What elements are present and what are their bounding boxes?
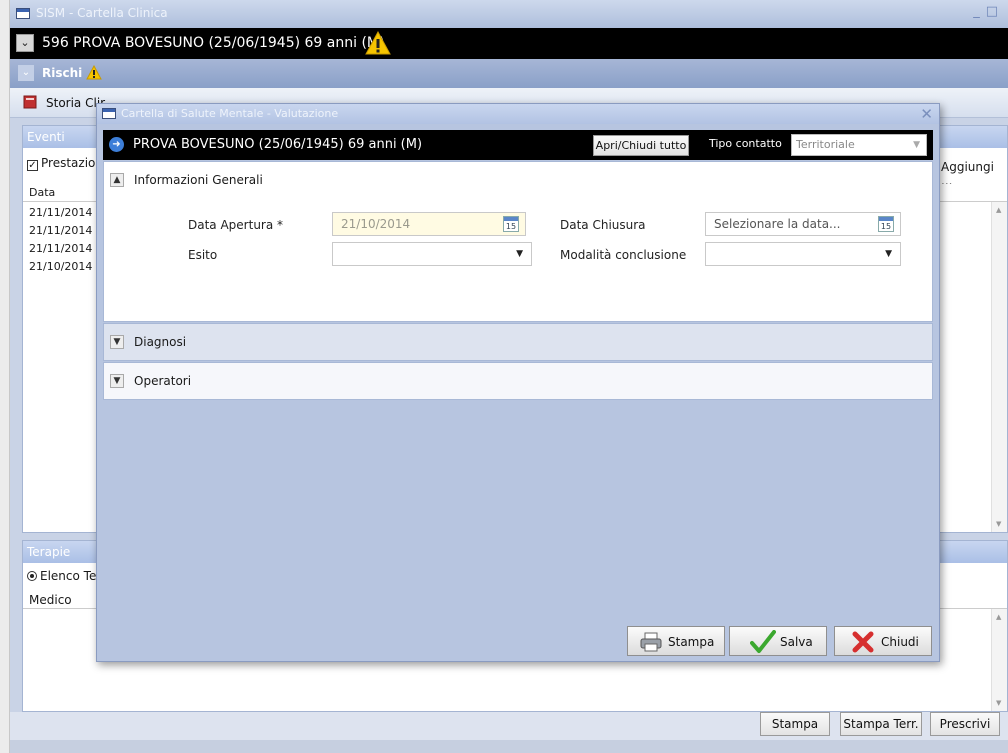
window-title: SISM - Cartella Clinica	[36, 6, 168, 20]
dropdown-arrow-icon: ▼	[885, 249, 892, 259]
esito-label: Esito	[188, 248, 218, 262]
scroll-up-icon[interactable]: ▲	[996, 206, 1001, 214]
warning-icon	[86, 65, 102, 80]
section-header[interactable]: ▼ Diagnosi	[104, 324, 932, 360]
prestazioni-label: Prestazion	[41, 156, 103, 170]
scroll-down-icon[interactable]: ▼	[996, 520, 1001, 528]
status-bar	[10, 740, 1008, 753]
column-header-medico[interactable]: Medico	[29, 593, 72, 607]
modalita-conclusione-select[interactable]: ▼	[705, 242, 901, 266]
rischi-bar[interactable]: ⌄ Rischi	[10, 59, 1008, 88]
dialog-title: Cartella di Salute Mentale - Valutazione	[121, 107, 339, 120]
calendar-day: 15	[505, 222, 517, 231]
checkmark-icon	[750, 630, 776, 653]
data-chiusura-placeholder: Selezionare la data...	[714, 217, 841, 231]
navigate-icon[interactable]: ➜	[109, 137, 124, 152]
warning-icon	[365, 31, 391, 55]
dialog-patient-header: ➜ PROVA BOVESUNO (25/06/1945) 69 anni (M…	[103, 130, 933, 160]
book-icon[interactable]	[22, 94, 38, 110]
data-apertura-field[interactable]: 21/10/2014 15	[332, 212, 526, 236]
scroll-down-icon[interactable]: ▼	[996, 699, 1001, 707]
patient-bar: ⌄ 596 PROVA BOVESUNO (25/06/1945) 69 ann…	[10, 28, 1008, 59]
tipo-contatto-label: Tipo contatto	[709, 137, 782, 150]
section-title: Diagnosi	[134, 335, 187, 349]
section-informazioni-generali: ▲ Informazioni Generali Data Apertura * …	[103, 161, 933, 322]
chevron-down-icon[interactable]: ▼	[110, 335, 124, 349]
scroll-up-icon[interactable]: ▲	[996, 613, 1001, 621]
close-icon[interactable]: ✕	[920, 105, 933, 123]
chiudi-button[interactable]: Chiudi	[834, 626, 932, 656]
calendar-day: 15	[880, 222, 892, 231]
data-chiusura-field[interactable]: Selezionare la data... 15	[705, 212, 901, 236]
esito-select[interactable]: ▼	[332, 242, 532, 266]
window-icon	[16, 8, 30, 19]
section-header[interactable]: ▼ Operatori	[104, 363, 932, 399]
chevron-down-icon[interactable]: ⌄	[16, 34, 34, 52]
printer-icon	[640, 632, 662, 652]
prescrivi-button[interactable]: Prescrivi	[930, 712, 1000, 736]
section-title: Operatori	[134, 374, 192, 388]
desktop-left-strip	[0, 0, 10, 753]
terapie-scrollbar[interactable]: ▲ ▼	[991, 609, 1007, 711]
stampa-label: Stampa	[668, 635, 715, 649]
maximize-icon[interactable]: □	[986, 4, 1004, 19]
tipo-contatto-value: Territoriale	[796, 138, 855, 151]
section-diagnosi[interactable]: ▼ Diagnosi	[103, 323, 933, 361]
elenco-terapie-radio[interactable]: Elenco Ter	[27, 569, 101, 583]
tipo-contatto-select[interactable]: Territoriale ▼	[791, 134, 927, 156]
dropdown-arrow-icon: ▼	[516, 249, 523, 259]
data-chiusura-label: Data Chiusura	[560, 218, 646, 232]
stampa-terr-button[interactable]: Stampa Terr.	[840, 712, 922, 736]
prestazioni-checkbox[interactable]: ✓ Prestazion	[27, 156, 103, 171]
section-header[interactable]: ▲ Informazioni Generali	[104, 162, 932, 198]
salva-label: Salva	[780, 635, 813, 649]
main-titlebar: SISM - Cartella Clinica _□	[10, 0, 1008, 28]
valutazione-dialog: Cartella di Salute Mentale - Valutazione…	[96, 103, 940, 662]
terapie-title: Terapie	[27, 545, 71, 559]
eventi-scrollbar[interactable]: ▲ ▼	[991, 202, 1007, 532]
bottom-button-bar: Stampa Stampa Terr. Prescrivi	[10, 712, 1008, 740]
chiudi-label: Chiudi	[881, 635, 919, 649]
modalita-conclusione-label: Modalità conclusione	[560, 248, 687, 262]
window-icon	[102, 108, 116, 119]
stampa-button[interactable]: Stampa	[627, 626, 725, 656]
chevron-up-icon[interactable]: ▲	[110, 173, 124, 187]
dropdown-arrow-icon: ▼	[913, 140, 920, 150]
dialog-patient-name: PROVA BOVESUNO (25/06/1945) 69 anni (M)	[133, 137, 423, 152]
calendar-icon[interactable]: 15	[503, 216, 519, 232]
dialog-titlebar: Cartella di Salute Mentale - Valutazione…	[97, 104, 939, 124]
eventi-title: Eventi	[27, 130, 65, 144]
checkbox-checked-icon[interactable]: ✓	[27, 160, 38, 171]
calendar-icon[interactable]: 15	[878, 216, 894, 232]
radio-selected-icon[interactable]	[27, 571, 37, 581]
apri-chiudi-tutto-button[interactable]: Apri/Chiudi tutto	[593, 135, 689, 156]
window-controls[interactable]: _□	[973, 4, 1004, 19]
chevron-down-icon[interactable]: ▼	[110, 374, 124, 388]
close-x-icon	[852, 631, 874, 653]
elenco-terapie-label: Elenco Ter	[40, 569, 102, 583]
stampa-button[interactable]: Stampa	[760, 712, 830, 736]
rischi-label: Rischi	[42, 66, 83, 80]
patient-header: 596 PROVA BOVESUNO (25/06/1945) 69 anni …	[42, 35, 385, 51]
data-apertura-value: 21/10/2014	[341, 217, 411, 231]
data-apertura-label: Data Apertura *	[188, 218, 284, 232]
column-header-data[interactable]: Data	[29, 186, 55, 199]
section-operatori[interactable]: ▼ Operatori	[103, 362, 933, 400]
salva-button[interactable]: Salva	[729, 626, 827, 656]
chevron-down-icon[interactable]: ⌄	[18, 65, 34, 81]
minimize-icon[interactable]: _	[973, 4, 986, 19]
section-title: Informazioni Generali	[134, 173, 263, 187]
